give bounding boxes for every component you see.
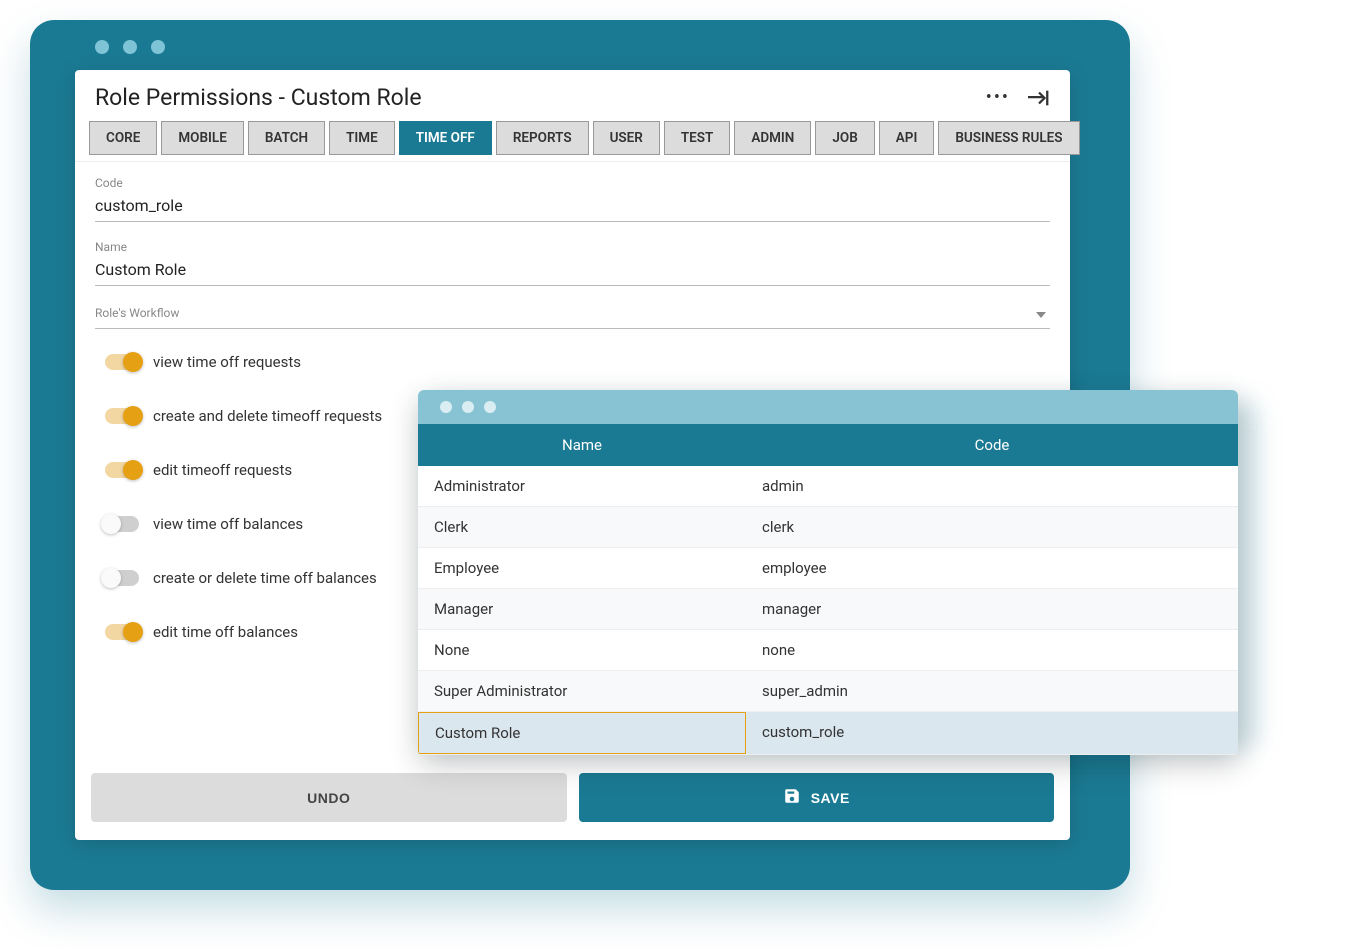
form-area: Code Name Role's Workflow bbox=[75, 162, 1070, 335]
cell-code: custom_role bbox=[746, 712, 1238, 754]
page-title: Role Permissions - Custom Role bbox=[95, 84, 422, 111]
undo-button[interactable]: UNDO bbox=[91, 773, 567, 822]
code-input[interactable] bbox=[95, 192, 1050, 222]
permission-toggle[interactable] bbox=[105, 624, 139, 640]
tab-mobile[interactable]: MOBILE bbox=[161, 121, 243, 155]
permission-label: view time off requests bbox=[153, 353, 301, 371]
tab-user[interactable]: USER bbox=[593, 121, 660, 155]
cell-name: Manager bbox=[418, 589, 746, 629]
cell-name: Super Administrator bbox=[418, 671, 746, 711]
more-icon[interactable]: ••• bbox=[986, 87, 1010, 108]
table-row[interactable]: Managermanager bbox=[418, 589, 1238, 630]
permission-toggle[interactable] bbox=[105, 516, 139, 532]
tab-batch[interactable]: BATCH bbox=[248, 121, 325, 155]
table-row[interactable]: Administratoradmin bbox=[418, 466, 1238, 507]
data-panel-titlebar bbox=[418, 390, 1238, 424]
tab-job[interactable]: JOB bbox=[815, 121, 874, 155]
name-input[interactable] bbox=[95, 256, 1050, 286]
tab-time[interactable]: TIME bbox=[329, 121, 395, 155]
save-icon bbox=[783, 787, 801, 808]
tab-test[interactable]: TEST bbox=[664, 121, 730, 155]
permission-toggle[interactable] bbox=[105, 354, 139, 370]
data-panel-window: Name Code AdministratoradminClerkclerkEm… bbox=[418, 390, 1238, 755]
cell-code: manager bbox=[746, 589, 1238, 629]
code-field-wrapper: Code bbox=[95, 176, 1050, 222]
tab-admin[interactable]: ADMIN bbox=[734, 121, 811, 155]
header: Role Permissions - Custom Role ••• bbox=[75, 70, 1070, 121]
window-dots bbox=[95, 40, 165, 54]
expand-icon[interactable] bbox=[1028, 90, 1050, 106]
table-row[interactable]: Employeeemployee bbox=[418, 548, 1238, 589]
chevron-down-icon bbox=[1036, 312, 1046, 318]
cell-name: Administrator bbox=[418, 466, 746, 506]
permission-label: create or delete time off balances bbox=[153, 569, 377, 587]
save-label: SAVE bbox=[811, 790, 850, 806]
permission-label: edit timeoff requests bbox=[153, 461, 292, 479]
table-row[interactable]: Clerkclerk bbox=[418, 507, 1238, 548]
permission-toggle[interactable] bbox=[105, 408, 139, 424]
tab-core[interactable]: CORE bbox=[89, 121, 157, 155]
permission-label: create and delete timeoff requests bbox=[153, 407, 382, 425]
cell-code: clerk bbox=[746, 507, 1238, 547]
col-header-code: Code bbox=[746, 424, 1238, 466]
permission-toggle[interactable] bbox=[105, 462, 139, 478]
col-header-name: Name bbox=[418, 424, 746, 466]
header-actions: ••• bbox=[986, 87, 1050, 108]
cell-name: Custom Role bbox=[418, 712, 746, 754]
table-row[interactable]: Super Administratorsuper_admin bbox=[418, 671, 1238, 712]
save-button[interactable]: SAVE bbox=[579, 773, 1055, 822]
permission-label: view time off balances bbox=[153, 515, 303, 533]
name-label: Name bbox=[95, 240, 1050, 254]
table-row[interactable]: Custom Rolecustom_role bbox=[418, 712, 1238, 755]
name-field-wrapper: Name bbox=[95, 240, 1050, 286]
tab-bar: COREMOBILEBATCHTIMETIME OFFREPORTSUSERTE… bbox=[75, 121, 1070, 162]
cell-name: None bbox=[418, 630, 746, 670]
tab-business-rules[interactable]: BUSINESS RULES bbox=[938, 121, 1079, 155]
cell-code: employee bbox=[746, 548, 1238, 588]
permission-toggle[interactable] bbox=[105, 570, 139, 586]
data-table-body: AdministratoradminClerkclerkEmployeeempl… bbox=[418, 466, 1238, 755]
cell-name: Clerk bbox=[418, 507, 746, 547]
workflow-select[interactable]: Role's Workflow bbox=[95, 306, 1050, 329]
cell-name: Employee bbox=[418, 548, 746, 588]
cell-code: admin bbox=[746, 466, 1238, 506]
permission-row: view time off requests bbox=[105, 353, 1050, 371]
data-table-header: Name Code bbox=[418, 424, 1238, 466]
cell-code: super_admin bbox=[746, 671, 1238, 711]
code-label: Code bbox=[95, 176, 1050, 190]
tab-reports[interactable]: REPORTS bbox=[496, 121, 589, 155]
tab-api[interactable]: API bbox=[879, 121, 935, 155]
cell-code: none bbox=[746, 630, 1238, 670]
table-row[interactable]: Nonenone bbox=[418, 630, 1238, 671]
workflow-label: Role's Workflow bbox=[95, 306, 179, 320]
tab-time-off[interactable]: TIME OFF bbox=[399, 121, 492, 155]
permission-label: edit time off balances bbox=[153, 623, 298, 641]
actions-bar: UNDO SAVE bbox=[75, 763, 1070, 840]
